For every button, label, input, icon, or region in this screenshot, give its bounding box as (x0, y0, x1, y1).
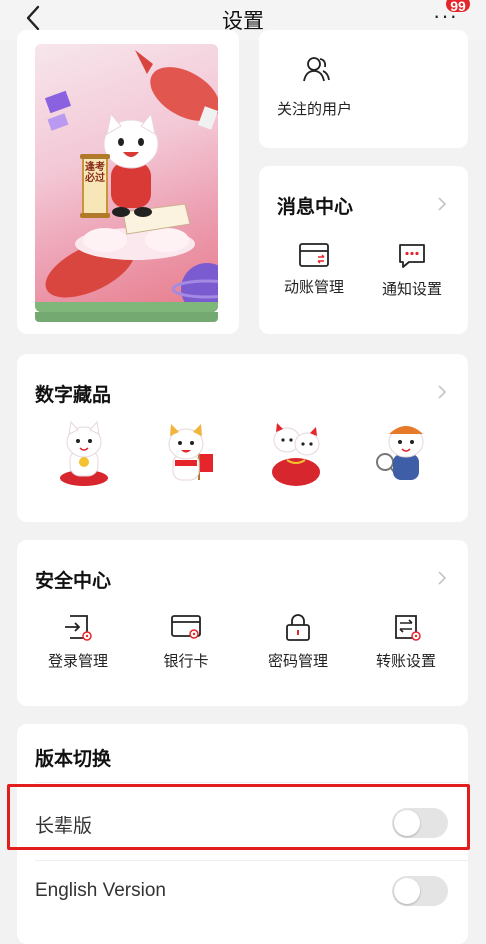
promo-poster-image[interactable]: 逢考必过 (35, 44, 218, 312)
login-management-button[interactable]: 登录管理 (43, 612, 113, 671)
toggle-knob (394, 878, 420, 904)
divider (35, 782, 468, 783)
cat-figure-with-racket[interactable] (373, 420, 435, 488)
security-center-title: 安全中心 (35, 571, 112, 592)
followed-users-card[interactable]: 关注的用户 (259, 30, 468, 148)
digital-collectibles-card: 数字藏品 (17, 354, 468, 522)
notification-settings-button[interactable]: 通知设置 (379, 242, 445, 299)
message-center-title: 消息中心 (277, 197, 354, 218)
divider (35, 860, 468, 861)
login-manage-icon (65, 615, 92, 641)
digital-collectibles-title: 数字藏品 (35, 385, 112, 406)
promo-poster-card[interactable]: 逢考必过 (17, 30, 239, 334)
bill-management-button[interactable]: 动账管理 (281, 242, 347, 297)
bank-card-label: 银行卡 (163, 653, 209, 670)
password-management-button[interactable]: 密码管理 (263, 612, 333, 671)
transfer-settings-icon (395, 615, 421, 641)
bill-card-icon (299, 243, 329, 267)
cat-figure-red-cushion[interactable] (53, 420, 115, 488)
cat-figure-with-flag[interactable] (157, 420, 219, 488)
chat-bubble-icon (399, 244, 425, 268)
chevron-right-icon[interactable] (437, 384, 447, 400)
notification-badge: 99 (444, 0, 472, 14)
cat-figure-lucky-bag[interactable] (265, 420, 327, 488)
bank-card-icon (171, 615, 201, 639)
transfer-settings-button[interactable]: 转账设置 (371, 612, 441, 671)
security-center-card: 安全中心 登录管理 银行卡 密码管理 转账设置 (17, 540, 468, 706)
english-version-label: English Version (35, 880, 166, 901)
bank-card-button[interactable]: 银行卡 (153, 612, 219, 671)
english-version-toggle[interactable] (392, 876, 448, 906)
chevron-right-icon[interactable] (437, 196, 447, 212)
highlight-box (7, 784, 470, 850)
lock-icon (286, 614, 310, 641)
version-switch-title: 版本切换 (35, 749, 112, 770)
notification-settings-label: 通知设置 (381, 281, 442, 298)
followed-users-label: 关注的用户 (277, 101, 353, 118)
transfer-settings-label: 转账设置 (375, 653, 436, 670)
chevron-right-icon[interactable] (437, 570, 447, 586)
poster-scroll-text: 逢考必过 (85, 162, 105, 184)
poster-illustration (35, 50, 218, 312)
bill-management-label: 动账管理 (283, 279, 344, 296)
poster-grass-strip (35, 312, 218, 322)
message-center-card: 消息中心 动账管理 通知设置 (259, 166, 468, 334)
password-management-label: 密码管理 (267, 653, 328, 670)
login-management-label: 登录管理 (47, 653, 108, 670)
users-icon (303, 57, 330, 82)
